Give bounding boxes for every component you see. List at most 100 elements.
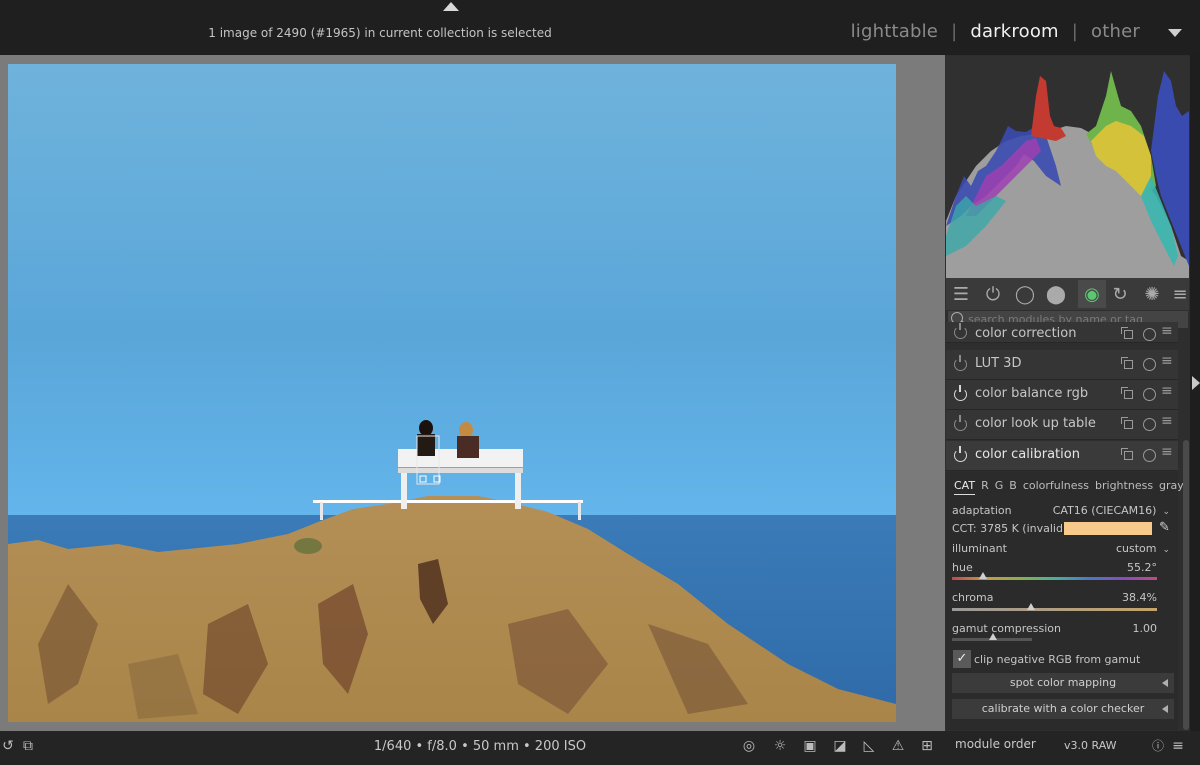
gamut-label: gamut compression bbox=[952, 622, 1061, 635]
multi-instance-icon[interactable] bbox=[1121, 417, 1133, 429]
calibrate-color-checker-label: calibrate with a color checker bbox=[981, 702, 1145, 715]
reset-icon[interactable] bbox=[1143, 328, 1156, 341]
adaptation-dropdown[interactable]: CAT16 (CIECAM16) ⌄ bbox=[1053, 504, 1170, 517]
presets-icon[interactable]: ≡ bbox=[1161, 414, 1173, 428]
tab-brightness[interactable]: brightness bbox=[1095, 479, 1153, 492]
active-modules-power-icon[interactable]: ⏻ bbox=[983, 284, 1003, 305]
histogram[interactable] bbox=[946, 56, 1189, 278]
reset-icon[interactable] bbox=[1143, 388, 1156, 401]
gamut-value: 1.00 bbox=[1132, 622, 1158, 635]
color-calibration-panel: CAT R G Bcolorfulness brightness gray adaptat… bbox=[946, 472, 1184, 730]
module-color-look-up-table[interactable]: color look up table ≡ bbox=[946, 410, 1178, 440]
module-order-reset-icon[interactable]: ⓘ bbox=[1150, 738, 1166, 754]
cct-label: CCT: 3785 K (invalid) bbox=[952, 522, 1068, 535]
module-order-value[interactable]: v3.0 RAW bbox=[1064, 739, 1117, 752]
module-power-icon[interactable] bbox=[954, 355, 967, 371]
collection-status: 1 image of 2490 (#1965) in current colle… bbox=[208, 26, 552, 40]
color-group-rainbow-icon[interactable]: ◉ bbox=[1078, 280, 1106, 308]
spot-color-mapping-label: spot color mapping bbox=[1009, 676, 1117, 689]
expand-right-panel-icon[interactable] bbox=[1192, 376, 1200, 390]
effects-group-icon[interactable]: ✺ bbox=[1142, 284, 1162, 305]
chroma-slider[interactable] bbox=[952, 603, 1157, 611]
module-name: color correction bbox=[975, 326, 1077, 341]
multi-instance-icon[interactable] bbox=[1121, 357, 1133, 369]
module-name: color look up table bbox=[975, 416, 1096, 431]
photo-preview[interactable] bbox=[8, 64, 896, 722]
presets-icon[interactable]: ≡ bbox=[1161, 384, 1173, 398]
chroma-slider-handle[interactable] bbox=[1026, 603, 1035, 610]
chroma-label: chroma bbox=[952, 591, 994, 604]
module-order-label: module order bbox=[955, 737, 1036, 751]
expand-left-icon bbox=[1162, 705, 1168, 713]
color-picker-icon[interactable]: ✎ bbox=[1159, 520, 1173, 535]
view-separator: | bbox=[951, 21, 958, 42]
module-power-icon[interactable] bbox=[954, 385, 967, 401]
hue-slider-handle[interactable] bbox=[979, 572, 988, 579]
tab-r[interactable]: R bbox=[981, 479, 989, 492]
grid-icon[interactable]: ⊞ bbox=[919, 738, 935, 754]
illuminant-dropdown[interactable]: custom ⌄ bbox=[1116, 542, 1170, 555]
module-order-presets-icon[interactable]: ≡ bbox=[1170, 738, 1186, 754]
tab-cat[interactable]: CAT bbox=[954, 479, 976, 495]
illuminant-color-swatch[interactable] bbox=[1064, 522, 1152, 535]
view-separator: | bbox=[1071, 21, 1079, 42]
collapse-top-arrow-icon[interactable] bbox=[443, 2, 459, 11]
illuminant-label: illuminant bbox=[952, 542, 1007, 555]
module-power-icon[interactable] bbox=[954, 323, 967, 339]
clip-negative-label: clip negative RGB from gamut bbox=[974, 653, 1141, 666]
module-color-correction[interactable]: color correction ≡ bbox=[946, 322, 1178, 343]
spot-color-mapping-button[interactable]: spot color mapping bbox=[952, 673, 1174, 693]
module-groups-bar: ☰ ⏻ ◯ ⬤ ◉ ↻ ✺ ≡ bbox=[946, 278, 1189, 310]
expand-left-icon bbox=[1162, 679, 1168, 687]
calibration-tabs: CAT R G Bcolorfulness brightness gray bbox=[954, 479, 1184, 495]
multi-instance-icon[interactable] bbox=[1121, 387, 1133, 399]
quick-access-sliders-icon[interactable]: ☰ bbox=[951, 284, 971, 305]
tab-colorfulness[interactable]: colorfulness bbox=[1023, 479, 1089, 492]
bulb-icon[interactable]: ☼ bbox=[772, 738, 788, 754]
view-lighttable[interactable]: lighttable bbox=[851, 21, 938, 42]
chroma-value: 38.4% bbox=[1122, 591, 1157, 604]
module-power-icon[interactable] bbox=[954, 446, 967, 462]
hue-label: hue bbox=[952, 561, 973, 574]
reset-icon[interactable] bbox=[1143, 449, 1156, 462]
reset-icon[interactable] bbox=[1143, 418, 1156, 431]
correct-group-icon[interactable]: ↻ bbox=[1110, 284, 1130, 305]
module-color-calibration[interactable]: color calibration ≡ bbox=[946, 441, 1178, 471]
hue-value: 55.2° bbox=[1127, 561, 1157, 574]
module-name: color balance rgb bbox=[975, 386, 1089, 401]
view-darkroom[interactable]: darkroom bbox=[970, 21, 1058, 42]
gamut-slider-handle[interactable] bbox=[989, 633, 998, 640]
presets-icon[interactable]: ≡ bbox=[1161, 324, 1173, 338]
presets-icon[interactable]: ≡ bbox=[1161, 445, 1173, 459]
right-panel-scrollbar[interactable] bbox=[1183, 440, 1189, 730]
presets-icon[interactable]: ≡ bbox=[1161, 354, 1173, 368]
clip-negative-checkbox[interactable]: ✓ bbox=[953, 650, 971, 668]
module-lut-3d[interactable]: LUT 3D ≡ bbox=[946, 350, 1178, 380]
module-power-icon[interactable] bbox=[954, 415, 967, 431]
tab-g[interactable]: G bbox=[995, 479, 1004, 492]
multi-instance-icon[interactable] bbox=[1121, 448, 1133, 460]
overexposure-warning-icon[interactable]: ⚠ bbox=[890, 738, 906, 754]
hue-slider[interactable] bbox=[952, 572, 1157, 580]
base-group-circle-icon[interactable]: ◯ bbox=[1015, 284, 1035, 305]
checkmark-icon: ✓ bbox=[956, 651, 968, 666]
module-color-balance-rgb[interactable]: color balance rgb ≡ bbox=[946, 380, 1178, 410]
tone-group-sphere-icon[interactable]: ⬤ bbox=[1046, 284, 1066, 305]
chevron-down-icon: ⌄ bbox=[1162, 545, 1170, 555]
gamut-slider[interactable] bbox=[952, 633, 1032, 641]
illuminant-value: custom bbox=[1115, 542, 1157, 555]
presets-menu-icon[interactable]: ≡ bbox=[1170, 284, 1190, 305]
color-assessment-icon[interactable]: ◪ bbox=[832, 738, 848, 754]
tab-b[interactable]: B bbox=[1009, 479, 1017, 492]
tab-gray[interactable]: gray bbox=[1159, 479, 1184, 492]
views-dropdown-icon[interactable] bbox=[1168, 29, 1182, 37]
focus-peaking-icon[interactable]: ▣ bbox=[802, 738, 818, 754]
module-name: color calibration bbox=[975, 447, 1080, 462]
guides-icon[interactable]: ◺ bbox=[861, 738, 877, 754]
reset-icon[interactable] bbox=[1143, 358, 1156, 371]
view-switcher: lighttable | darkroom | other bbox=[851, 21, 1140, 42]
multi-instance-icon[interactable] bbox=[1121, 327, 1133, 339]
softproof-icon[interactable]: ◎ bbox=[741, 738, 757, 754]
view-other[interactable]: other bbox=[1091, 21, 1140, 42]
calibrate-color-checker-button[interactable]: calibrate with a color checker bbox=[952, 699, 1174, 719]
